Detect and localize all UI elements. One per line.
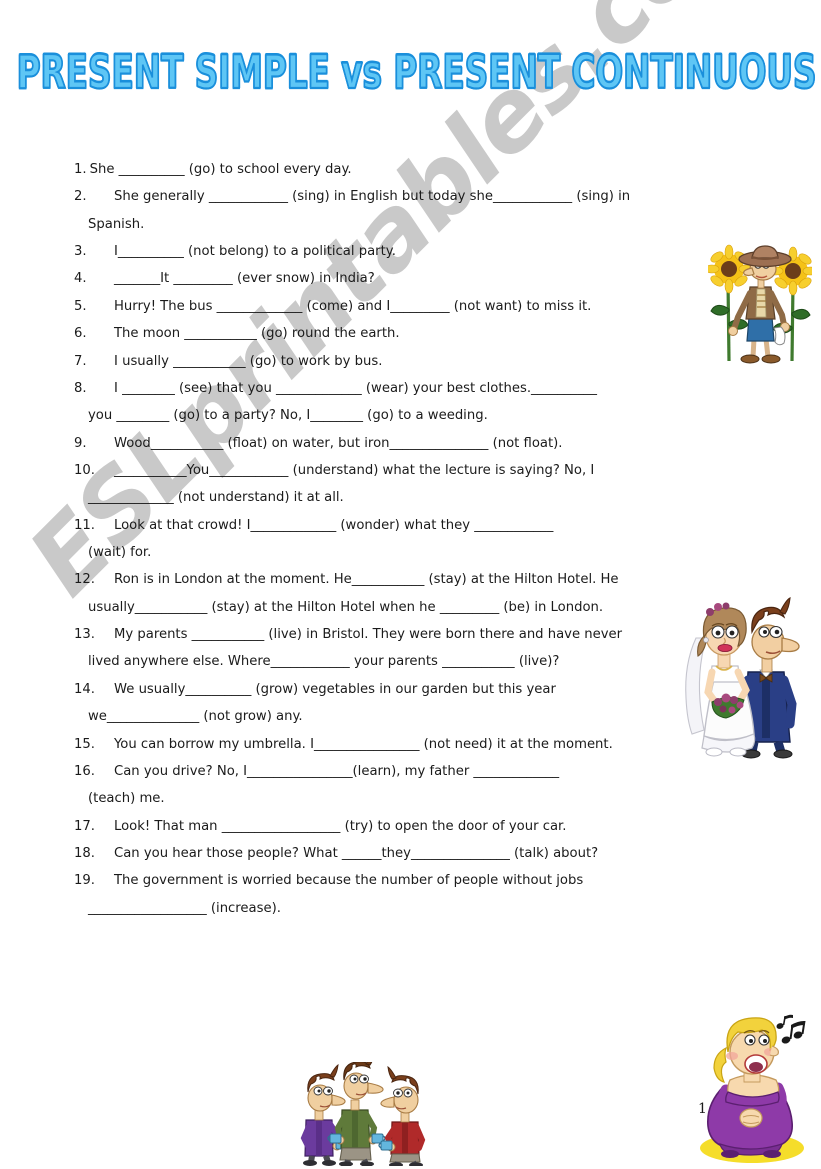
exercise-line: Ron is in London at the moment. He______… (114, 572, 619, 588)
exercise-number: 10. (74, 462, 95, 478)
exercise-line: Spanish. (88, 216, 145, 232)
exercise-text: She generally ____________ (sing) in Eng… (114, 187, 704, 208)
exercise-number: 2. (74, 189, 87, 205)
exercise-item: 4. _______It _________ (ever snow) in Ind… (74, 269, 704, 290)
exercise-text: We usually__________ (grow) vegetables i… (114, 680, 704, 701)
exercise-item: 17. Look! That man __________________ (tr… (74, 817, 704, 838)
exercise-item: 2. She generally ____________ (sing) in E… (74, 187, 704, 208)
exercise-line: usually___________ (stay) at the Hilton … (88, 599, 604, 615)
exercise-number: 4. (74, 271, 87, 287)
exercise-line: __________________ (increase). (88, 900, 281, 916)
exercise-number: 3. (74, 244, 87, 260)
exercise-number: 6. (74, 326, 87, 342)
exercise-number: 1. (74, 162, 87, 177)
exercise-text: _______It _________ (ever snow) in India… (114, 269, 704, 290)
exercise-number: 9. (74, 435, 87, 451)
exercise-line: The moon ___________ (go) round the eart… (114, 326, 400, 342)
exercise-line: _____________ (not understand) it at all… (88, 490, 344, 506)
exercise-line: We usually__________ (grow) vegetables i… (114, 681, 556, 697)
exercise-text: Wood___________ (float) on water, but ir… (114, 434, 704, 455)
page-title: PRESENT SIMPLE vs PRESENT CONTINUOUS (0, 45, 821, 101)
exercise-item: 15. You can borrow my umbrella. I________… (74, 735, 704, 756)
exercise-item: 3. I__________ (not belong) to a politica… (74, 242, 704, 263)
exercise-text: You can borrow my umbrella. I___________… (114, 735, 704, 756)
exercise-number: 14. (74, 681, 95, 697)
exercise-text: Can you hear those people? What ______th… (114, 844, 704, 865)
exercise-line: (teach) me. (88, 791, 165, 807)
singing-woman-image (694, 1014, 814, 1166)
exercise-line: Can you drive? No, I________________(lea… (114, 763, 560, 779)
exercise-text: The moon ___________ (go) round the eart… (114, 324, 704, 345)
exercise-list: 1. She __________ (go) to school every da… (74, 160, 704, 926)
exercise-line: The government is worried because the nu… (114, 873, 584, 889)
exercise-text: Look at that crowd! I_____________ (wond… (114, 516, 704, 537)
exercise-line: Hurry! The bus _____________ (come) and … (114, 298, 592, 314)
exercise-number: 12. (74, 572, 95, 588)
exercise-line: Can you hear those people? What ______th… (114, 845, 599, 861)
exercise-line: we______________ (not grow) any. (88, 709, 303, 725)
exercise-line: I__________ (not belong) to a political … (114, 244, 396, 260)
exercise-line: (wait) for. (88, 545, 152, 561)
exercise-line: Look! That man __________________ (try) … (114, 818, 567, 834)
exercise-line: My parents ___________ (live) in Bristol… (114, 627, 623, 643)
worksheet-page: ESLprintables.com PRESENT SIMPLE vs PRES… (0, 0, 821, 1169)
exercise-text: She __________ (go) to school every day. (90, 160, 704, 181)
exercise-line: Wood___________ (float) on water, but ir… (114, 435, 563, 451)
exercise-text: I ________ (see) that you _____________ … (114, 379, 704, 400)
exercise-number: 7. (74, 353, 87, 369)
exercise-line: She __________ (go) to school every day. (89, 162, 352, 177)
exercise-number: 17. (74, 818, 95, 834)
exercise-line: Look at that crowd! I_____________ (wond… (114, 517, 554, 533)
exercise-text: Look! That man __________________ (try) … (114, 817, 704, 838)
exercise-item: 5. Hurry! The bus _____________ (come) an… (74, 297, 704, 318)
exercise-line: _______It _________ (ever snow) in India… (114, 271, 375, 287)
page-number: 1 (698, 1101, 707, 1117)
exercise-number: 19. (74, 873, 95, 889)
three-men-with-cups-image (288, 1051, 438, 1168)
exercise-text: Hurry! The bus _____________ (come) and … (114, 297, 704, 318)
exercise-item: 16. Can you drive? No, I________________(… (74, 762, 704, 783)
page-title-text: PRESENT SIMPLE vs PRESENT CONTINUOUS (16, 45, 817, 101)
exercise-item: 19. The government is worried because the… (74, 871, 704, 892)
exercise-line: you ________ (go) to a party? No, I_____… (88, 408, 488, 424)
gardener-with-sunflowers-image (704, 243, 818, 367)
exercise-text: My parents ___________ (live) in Bristol… (114, 625, 704, 646)
exercise-text: Ron is in London at the moment. He______… (114, 570, 704, 591)
exercise-line: She generally ____________ (sing) in Eng… (114, 189, 631, 205)
exercise-item: 10. ___________You____________ (understan… (74, 461, 704, 482)
exercise-line: ___________You____________ (understand) … (114, 462, 595, 478)
exercise-text: ___________You____________ (understand) … (114, 461, 704, 482)
exercise-line: I ________ (see) that you _____________ … (114, 380, 597, 396)
exercise-line: You can borrow my umbrella. I___________… (114, 736, 613, 752)
exercise-line: lived anywhere else. Where____________ y… (88, 654, 560, 670)
exercise-number: 16. (74, 763, 95, 779)
exercise-item: 6. The moon ___________ (go) round the ea… (74, 324, 704, 345)
exercise-number: 18. (74, 845, 95, 861)
exercise-item: 1. She __________ (go) to school every da… (74, 160, 704, 181)
exercise-number: 5. (74, 298, 87, 314)
exercise-number: 13. (74, 627, 95, 643)
exercise-text: I usually ___________ (go) to work by bu… (114, 352, 704, 373)
exercise-text: I__________ (not belong) to a political … (114, 242, 704, 263)
exercise-item: 11. Look at that crowd! I_____________ (w… (74, 516, 704, 537)
exercise-number: 8. (74, 380, 87, 396)
exercise-text: Can you drive? No, I________________(lea… (114, 762, 704, 783)
exercise-item: 13. My parents ___________ (live) in Bris… (74, 625, 704, 646)
exercise-item: 12. Ron is in London at the moment. He___… (74, 570, 704, 591)
exercise-number: 15. (74, 736, 95, 752)
exercise-item: 7. I usually ___________ (go) to work by … (74, 352, 704, 373)
exercise-line: I usually ___________ (go) to work by bu… (114, 353, 383, 369)
exercise-item: 9. Wood___________ (float) on water, but … (74, 434, 704, 455)
exercise-item: 18. Can you hear those people? What _____… (74, 844, 704, 865)
exercise-item: 8. I ________ (see) that you ____________… (74, 379, 704, 400)
exercise-text: The government is worried because the nu… (114, 871, 704, 892)
exercise-item: 14. We usually__________ (grow) vegetable… (74, 680, 704, 701)
exercise-number: 11. (74, 517, 95, 533)
